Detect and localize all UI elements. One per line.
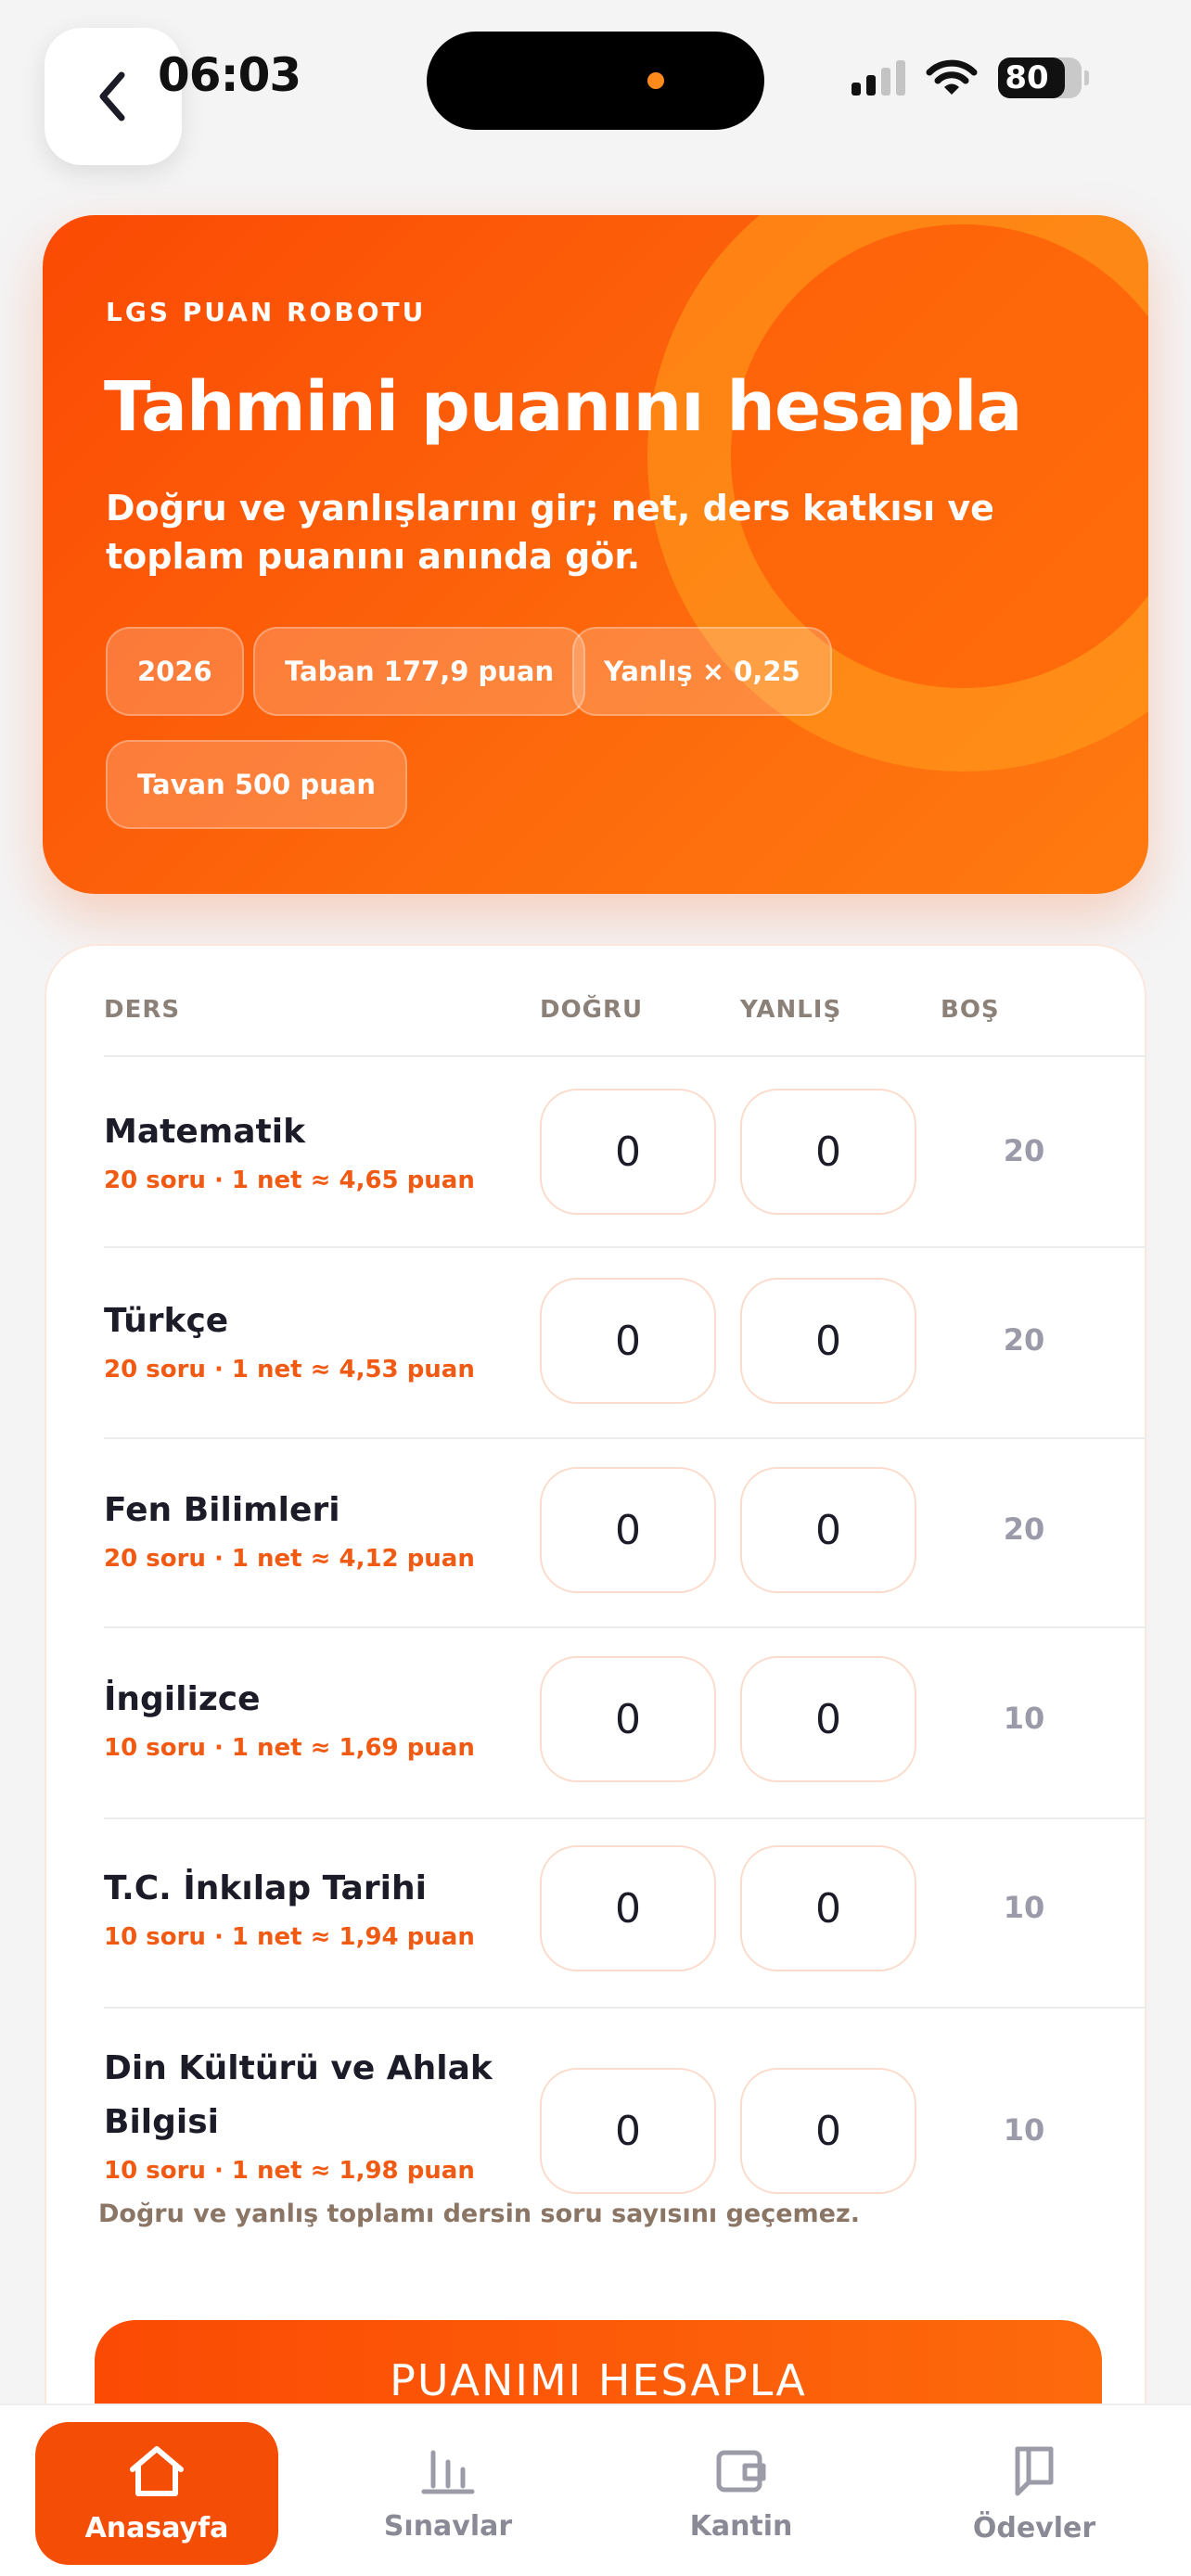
score-form-card: DERS DOĞRU YANLIŞ BOŞ Matematik 20 soru … [45,944,1146,2576]
tab-label: Ödevler [972,2511,1096,2544]
chip-year: 2026 [106,627,244,716]
wrong-input[interactable]: 0 [740,1467,916,1593]
subject-meta: 10 soru · 1 net ≈ 1,94 puan [104,1923,475,1951]
chip-base-score: Taban 177,9 puan [253,627,586,716]
subject-name: İngilizce [104,1680,261,1718]
wrong-input[interactable]: 0 [740,1845,916,1971]
header-correct: DOĞRU [540,996,644,1024]
table-header: DERS DOĞRU YANLIŞ BOŞ [104,996,1096,1033]
tab-label: Sınavlar [383,2509,513,2543]
subject-row-din-kulturu: Din Kültürü ve Ahlak Bilgisi 10 soru · 1… [104,2009,1146,2194]
bottom-tab-bar: Anasayfa Sınavlar Kantin Ödevler [0,2404,1191,2576]
cellular-signal-icon [852,60,905,96]
wifi-icon [926,59,978,95]
tab-sinavlar[interactable]: Sınavlar [327,2422,570,2565]
tab-anasayfa[interactable]: Anasayfa [35,2422,278,2565]
subject-meta: 10 soru · 1 net ≈ 1,98 puan [104,2157,475,2185]
chip-wrong-penalty: Yanlış × 0,25 [572,627,832,716]
battery-icon: 80 [998,57,1089,98]
header-blank: BOŞ [941,996,1000,1024]
wrong-input[interactable]: 0 [740,1278,916,1404]
status-time: 06:03 [158,48,301,102]
blank-count: 20 [1003,1322,1045,1358]
blank-count: 20 [1003,1133,1045,1168]
book-icon [1015,2446,1054,2495]
blank-count: 20 [1003,1511,1045,1547]
subject-meta: 10 soru · 1 net ≈ 1,69 puan [104,1734,475,1762]
subject-row-turkce: Türkçe 20 soru · 1 net ≈ 4,53 puan 0 0 2… [104,1248,1146,1437]
correct-input[interactable]: 0 [540,1278,716,1404]
hero-title: Tahmini puanını hesapla [104,367,1022,447]
subject-name: T.C. İnkılap Tarihi [104,1869,427,1907]
wallet-icon [716,2450,766,2492]
subject-name: Din Kültürü ve Ahlak Bilgisi [104,2049,493,2141]
status-indicators: 80 [852,57,1089,98]
subject-meta: 20 soru · 1 net ≈ 4,65 puan [104,1167,475,1194]
correct-input[interactable]: 0 [540,1467,716,1593]
blank-count: 10 [1003,1701,1045,1736]
bar-chart-icon [421,2450,475,2493]
wrong-input[interactable]: 0 [740,1089,916,1215]
wrong-input[interactable]: 0 [740,2068,916,2194]
home-icon [130,2445,184,2496]
validation-note: Doğru ve yanlış toplamı dersin soru sayı… [98,2200,860,2228]
correct-input[interactable]: 0 [540,1656,716,1782]
hero-card: LGS PUAN ROBOTU Tahmini puanını hesapla … [43,215,1148,894]
subject-meta: 20 soru · 1 net ≈ 4,12 puan [104,1545,475,1573]
camera-indicator [647,72,664,89]
status-bar: 06:03 80 [0,0,1191,176]
correct-input[interactable]: 0 [540,1089,716,1215]
subject-row-inkilap-tarihi: T.C. İnkılap Tarihi 10 soru · 1 net ≈ 1,… [104,1819,1146,2009]
hero-kicker: LGS PUAN ROBOTU [106,297,427,327]
correct-input[interactable]: 0 [540,2068,716,2194]
blank-count: 10 [1003,2112,1045,2148]
battery-level: 80 [1005,59,1049,96]
header-subject: DERS [104,996,181,1024]
wrong-input[interactable]: 0 [740,1656,916,1782]
subject-row-ingilizce: İngilizce 10 soru · 1 net ≈ 1,69 puan 0 … [104,1628,1146,1817]
blank-count: 10 [1003,1890,1045,1925]
subject-row-fen-bilimleri: Fen Bilimleri 20 soru · 1 net ≈ 4,12 pua… [104,1439,1146,1628]
tab-kantin[interactable]: Kantin [620,2422,863,2565]
tab-odevler[interactable]: Ödevler [913,2422,1156,2565]
subject-name: Türkçe [104,1302,229,1340]
header-wrong: YANLIŞ [740,996,842,1024]
subject-name: Fen Bilimleri [104,1491,340,1529]
chip-max-score: Tavan 500 puan [106,740,408,829]
tab-label: Anasayfa [84,2511,229,2544]
chevron-left-icon [99,71,125,121]
tab-label: Kantin [689,2509,793,2543]
hero-description: Doğru ve yanlışlarını gir; net, ders kat… [106,488,994,577]
subject-row-matematik: Matematik 20 soru · 1 net ≈ 4,65 puan 0 … [104,1057,1146,1246]
dynamic-island [427,32,764,130]
subject-name: Matematik [104,1113,306,1151]
correct-input[interactable]: 0 [540,1845,716,1971]
subject-meta: 20 soru · 1 net ≈ 4,53 puan [104,1356,475,1384]
